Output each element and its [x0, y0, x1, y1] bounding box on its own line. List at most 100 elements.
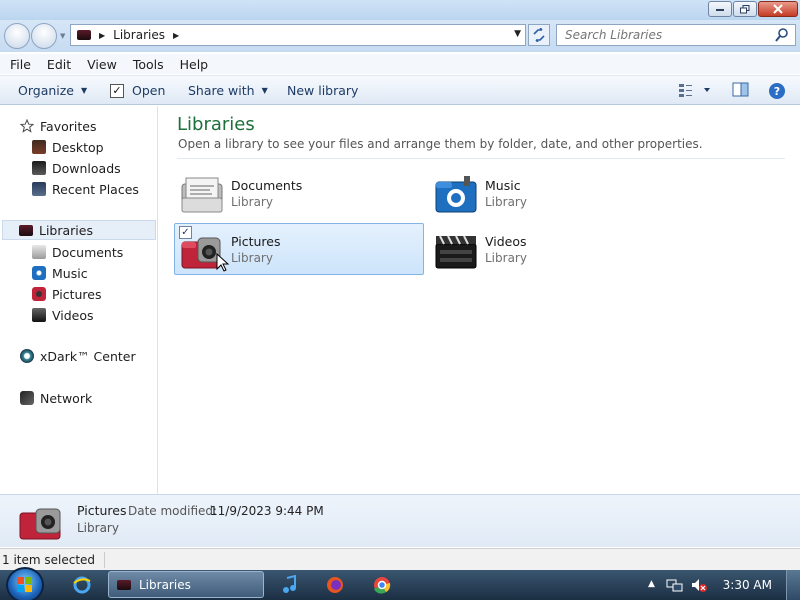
desktop-icon: [32, 140, 46, 154]
taskbar-libraries-button[interactable]: Libraries: [108, 571, 264, 598]
menu-bar: File Edit View Tools Help: [0, 54, 800, 74]
nav-desktop[interactable]: Desktop: [32, 137, 104, 157]
nav-pictures-label: Pictures: [52, 286, 102, 302]
pictures-icon: [32, 287, 46, 301]
videos-icon: [435, 235, 477, 269]
library-name: Music: [485, 178, 521, 193]
nav-recent-places-label: Recent Places: [52, 181, 139, 197]
nav-music[interactable]: Music: [32, 263, 88, 283]
menu-tools[interactable]: Tools: [133, 57, 164, 72]
menu-help[interactable]: Help: [180, 57, 209, 72]
search-box[interactable]: [556, 24, 796, 46]
chrome-taskbar-icon[interactable]: [372, 575, 392, 598]
details-type: Library: [77, 521, 119, 535]
close-button[interactable]: [758, 1, 798, 17]
forward-button[interactable]: [31, 23, 57, 49]
itunes-taskbar-icon[interactable]: [280, 574, 300, 598]
back-button[interactable]: [4, 23, 30, 49]
refresh-button[interactable]: [528, 24, 550, 46]
show-hidden-icons-icon[interactable]: ▲: [648, 579, 655, 589]
breadcrumb-libraries[interactable]: Libraries: [113, 28, 165, 42]
recent-pages-dropdown[interactable]: ▼: [60, 32, 68, 40]
nav-videos[interactable]: Videos: [32, 305, 94, 325]
nav-favorites[interactable]: Favorites: [20, 116, 96, 136]
view-options-icon: [679, 84, 710, 97]
pictures-icon: [19, 508, 61, 540]
library-tile-pictures[interactable]: ✓ Pictures Library: [174, 223, 424, 275]
organize-button[interactable]: Organize ▼: [18, 83, 87, 98]
music-icon: [32, 266, 46, 280]
libraries-icon: [77, 30, 91, 40]
nav-libraries[interactable]: Libraries: [2, 220, 156, 240]
start-button[interactable]: [6, 567, 44, 600]
help-icon: ?: [769, 83, 785, 99]
breadcrumb-chevron-icon[interactable]: ▶: [173, 31, 179, 40]
nav-documents[interactable]: Documents: [32, 242, 123, 262]
address-bar[interactable]: ▶ Libraries ▶ ▼: [70, 24, 526, 46]
clock[interactable]: 3:30 AM: [723, 578, 772, 592]
nav-music-label: Music: [52, 265, 88, 281]
details-date-value: 11/9/2023 9:44 PM: [210, 504, 324, 518]
show-desktop-button[interactable]: [786, 570, 800, 600]
help-button[interactable]: ?: [768, 82, 786, 103]
minimize-icon: [716, 9, 724, 11]
menu-edit[interactable]: Edit: [47, 57, 71, 72]
nav-xdark-center-label: xDark™ Center: [40, 348, 136, 364]
new-library-button[interactable]: New library: [287, 83, 358, 98]
status-bar: 1 item selected: [0, 548, 800, 570]
content-area: Libraries Open a library to see your fil…: [159, 106, 800, 494]
open-label: Open: [132, 83, 166, 98]
nav-desktop-label: Desktop: [52, 139, 104, 155]
recent-places-icon: [32, 182, 46, 196]
menu-view[interactable]: View: [87, 57, 117, 72]
minimize-button[interactable]: [708, 1, 732, 17]
details-date-label: Date modified:: [128, 504, 218, 518]
nav-documents-label: Documents: [52, 244, 124, 260]
menu-file[interactable]: File: [10, 57, 31, 72]
nav-recent-places[interactable]: Recent Places: [32, 179, 139, 199]
preview-pane-button[interactable]: [732, 82, 750, 101]
nav-downloads[interactable]: Downloads: [32, 158, 121, 178]
share-with-label: Share with: [188, 83, 255, 98]
nav-network[interactable]: Network: [20, 388, 92, 408]
open-button[interactable]: ✓ Open: [110, 83, 165, 98]
breadcrumb-separator-icon[interactable]: ▶: [99, 31, 105, 40]
network-tray-icon[interactable]: [666, 577, 684, 593]
nav-xdark-center[interactable]: xDark™ Center: [20, 346, 136, 366]
status-text: 1 item selected: [2, 553, 96, 567]
share-with-button[interactable]: Share with ▼: [188, 83, 268, 98]
nav-downloads-label: Downloads: [52, 160, 121, 176]
search-input[interactable]: [565, 28, 775, 42]
xdark-center-icon: [20, 349, 34, 363]
firefox-taskbar-icon[interactable]: [325, 575, 345, 598]
downloads-icon: [32, 161, 46, 175]
address-dropdown-icon[interactable]: ▼: [514, 29, 521, 39]
preview-pane-icon: [732, 82, 749, 97]
organize-label: Organize: [18, 83, 74, 98]
command-bar: Organize ▼ ✓ Open Share with ▼ New libra…: [0, 75, 800, 105]
change-view-button[interactable]: [678, 82, 712, 101]
videos-icon: [32, 308, 46, 322]
details-name: Pictures: [77, 503, 127, 518]
title-bar: [0, 0, 800, 20]
volume-muted-icon[interactable]: [690, 577, 708, 593]
library-type: Library: [231, 251, 273, 265]
library-name: Pictures: [231, 234, 281, 249]
nav-pictures[interactable]: Pictures: [32, 284, 102, 304]
status-divider: [104, 552, 105, 568]
maximize-button[interactable]: [733, 1, 757, 17]
library-tile-music[interactable]: Music Library: [429, 168, 679, 220]
nav-videos-label: Videos: [52, 307, 94, 323]
internet-explorer-taskbar-icon[interactable]: [72, 575, 92, 598]
library-type: Library: [485, 251, 527, 265]
library-name: Videos: [485, 234, 527, 249]
libraries-icon: [117, 579, 131, 590]
library-tile-documents[interactable]: Documents Library: [175, 168, 425, 220]
nav-favorites-label: Favorites: [40, 118, 97, 134]
page-subtitle: Open a library to see your files and arr…: [178, 137, 703, 151]
library-tile-videos[interactable]: Videos Library: [429, 224, 679, 276]
page-title: Libraries: [177, 114, 255, 135]
new-library-label: New library: [287, 83, 359, 98]
search-icon[interactable]: [775, 28, 789, 45]
taskbar: Libraries ▲ 3:30 AM: [0, 567, 800, 600]
